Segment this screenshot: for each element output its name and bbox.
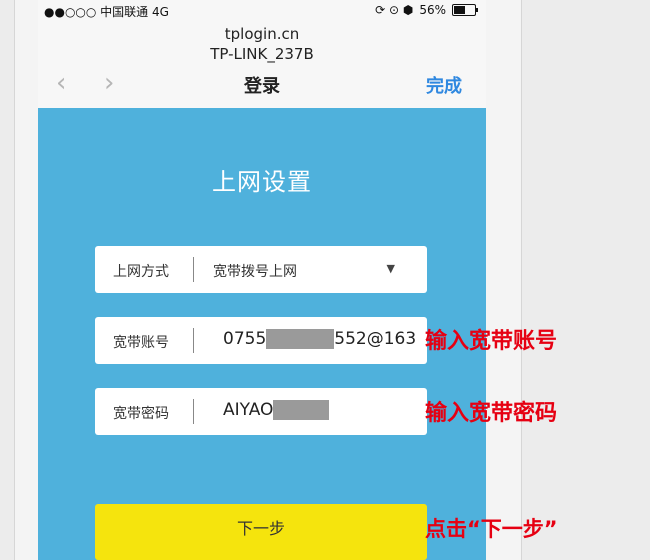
annotation-password: 输入宽带密码 bbox=[425, 401, 558, 426]
setup-panel: 上网设置 上网方式 宽带拨号上网 ▼ 宽带账号 0755 552@163 宽带密码… bbox=[38, 108, 486, 560]
battery-fill bbox=[454, 6, 465, 14]
nav-title: 登录 bbox=[244, 76, 280, 97]
connection-type-label: 上网方式 bbox=[113, 264, 169, 280]
account-label: 宽带账号 bbox=[113, 335, 169, 351]
password-value-prefix: AIYAO bbox=[223, 400, 274, 420]
next-step-button[interactable]: 下一步 bbox=[95, 504, 427, 560]
account-input[interactable]: 0755 552@163 bbox=[223, 329, 416, 349]
connection-type-value: 宽带拨号上网 bbox=[213, 264, 297, 280]
account-value-prefix: 0755 bbox=[223, 329, 267, 349]
phone-screen: ●●○○○ 中国联通 4G ⟳ ⊙ ⬢ 56% tplogin.cn TP-LI… bbox=[38, 0, 486, 560]
address-bar[interactable]: tplogin.cn TP-LINK_237B bbox=[38, 24, 486, 64]
redacted-block bbox=[266, 329, 335, 349]
dropdown-arrow-icon[interactable]: ▼ bbox=[387, 262, 395, 275]
account-value-suffix: 552@163 bbox=[334, 329, 417, 349]
url-text: tplogin.cn bbox=[224, 25, 300, 43]
connection-type-select[interactable]: 上网方式 宽带拨号上网 ▼ bbox=[95, 246, 427, 293]
password-field[interactable]: 宽带密码 AIYAO bbox=[95, 388, 427, 435]
password-label: 宽带密码 bbox=[113, 406, 169, 422]
done-button[interactable]: 完成 bbox=[426, 72, 462, 98]
site-name: TP-LINK_237B bbox=[210, 45, 314, 63]
annotation-account: 输入宽带账号 bbox=[425, 329, 558, 354]
field-divider bbox=[193, 328, 194, 353]
redacted-block bbox=[273, 400, 330, 420]
battery-percentage: 56% bbox=[419, 3, 446, 17]
password-input[interactable]: AIYAO bbox=[223, 400, 330, 420]
status-bar: ●●○○○ 中国联通 4G ⟳ ⊙ ⬢ 56% bbox=[38, 0, 486, 20]
field-divider bbox=[193, 257, 194, 282]
status-symbols: ⟳ ⊙ ⬢ bbox=[375, 3, 414, 17]
status-icons: ⟳ ⊙ ⬢ 56% bbox=[375, 3, 478, 17]
account-field[interactable]: 宽带账号 0755 552@163 bbox=[95, 317, 427, 364]
nav-bar: ‹ › 登录 完成 bbox=[38, 62, 486, 106]
field-divider bbox=[193, 399, 194, 424]
carrier-signal: ●●○○○ 中国联通 4G bbox=[44, 5, 169, 19]
battery-icon bbox=[452, 4, 478, 16]
annotation-next: 点击“下一步” bbox=[425, 517, 558, 541]
page-title: 上网设置 bbox=[212, 168, 312, 196]
